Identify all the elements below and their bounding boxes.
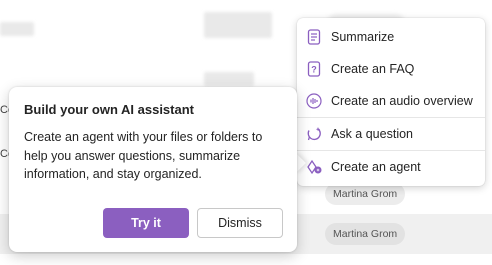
- blurred-modified-date: [204, 72, 254, 86]
- callout-title: Build your own AI assistant: [24, 102, 194, 117]
- audio-waveform-icon: [305, 92, 323, 110]
- dismiss-button[interactable]: Dismiss: [197, 208, 283, 238]
- menu-item-label: Summarize: [331, 30, 395, 44]
- menu-item-label: Ask a question: [331, 127, 413, 141]
- menu-item-audio-overview[interactable]: Create an audio overview: [297, 85, 485, 117]
- menu-item-create-agent[interactable]: Create an agent: [297, 151, 485, 183]
- menu-item-label: Create an FAQ: [331, 62, 415, 76]
- menu-item-summarize[interactable]: Summarize: [297, 21, 485, 53]
- callout-body: Create an agent with your files or folde…: [24, 130, 263, 181]
- blurred-file-name: [0, 22, 34, 36]
- callout-actions: Try it Dismiss: [103, 208, 283, 238]
- faq-document-icon: ?: [305, 60, 323, 78]
- menu-item-label: Create an agent: [331, 160, 421, 174]
- blurred-modified-date: [204, 12, 272, 38]
- try-it-button[interactable]: Try it: [103, 208, 189, 238]
- chat-sparkle-icon: [305, 125, 323, 143]
- owner-pill: Martina Grom: [325, 223, 406, 245]
- owner-pill: Martina Grom: [325, 183, 406, 205]
- agent-sparkle-icon: [305, 158, 323, 176]
- menu-item-label: Create an audio overview: [331, 94, 473, 108]
- menu-item-create-faq[interactable]: ? Create an FAQ: [297, 53, 485, 85]
- copilot-context-menu: Summarize ? Create an FAQ Create an audi…: [297, 18, 485, 186]
- teaching-callout: Build your own AI assistant Create an ag…: [9, 87, 297, 252]
- menu-item-ask-question[interactable]: Ask a question: [297, 118, 485, 150]
- svg-text:?: ?: [311, 65, 317, 75]
- summary-document-icon: [305, 28, 323, 46]
